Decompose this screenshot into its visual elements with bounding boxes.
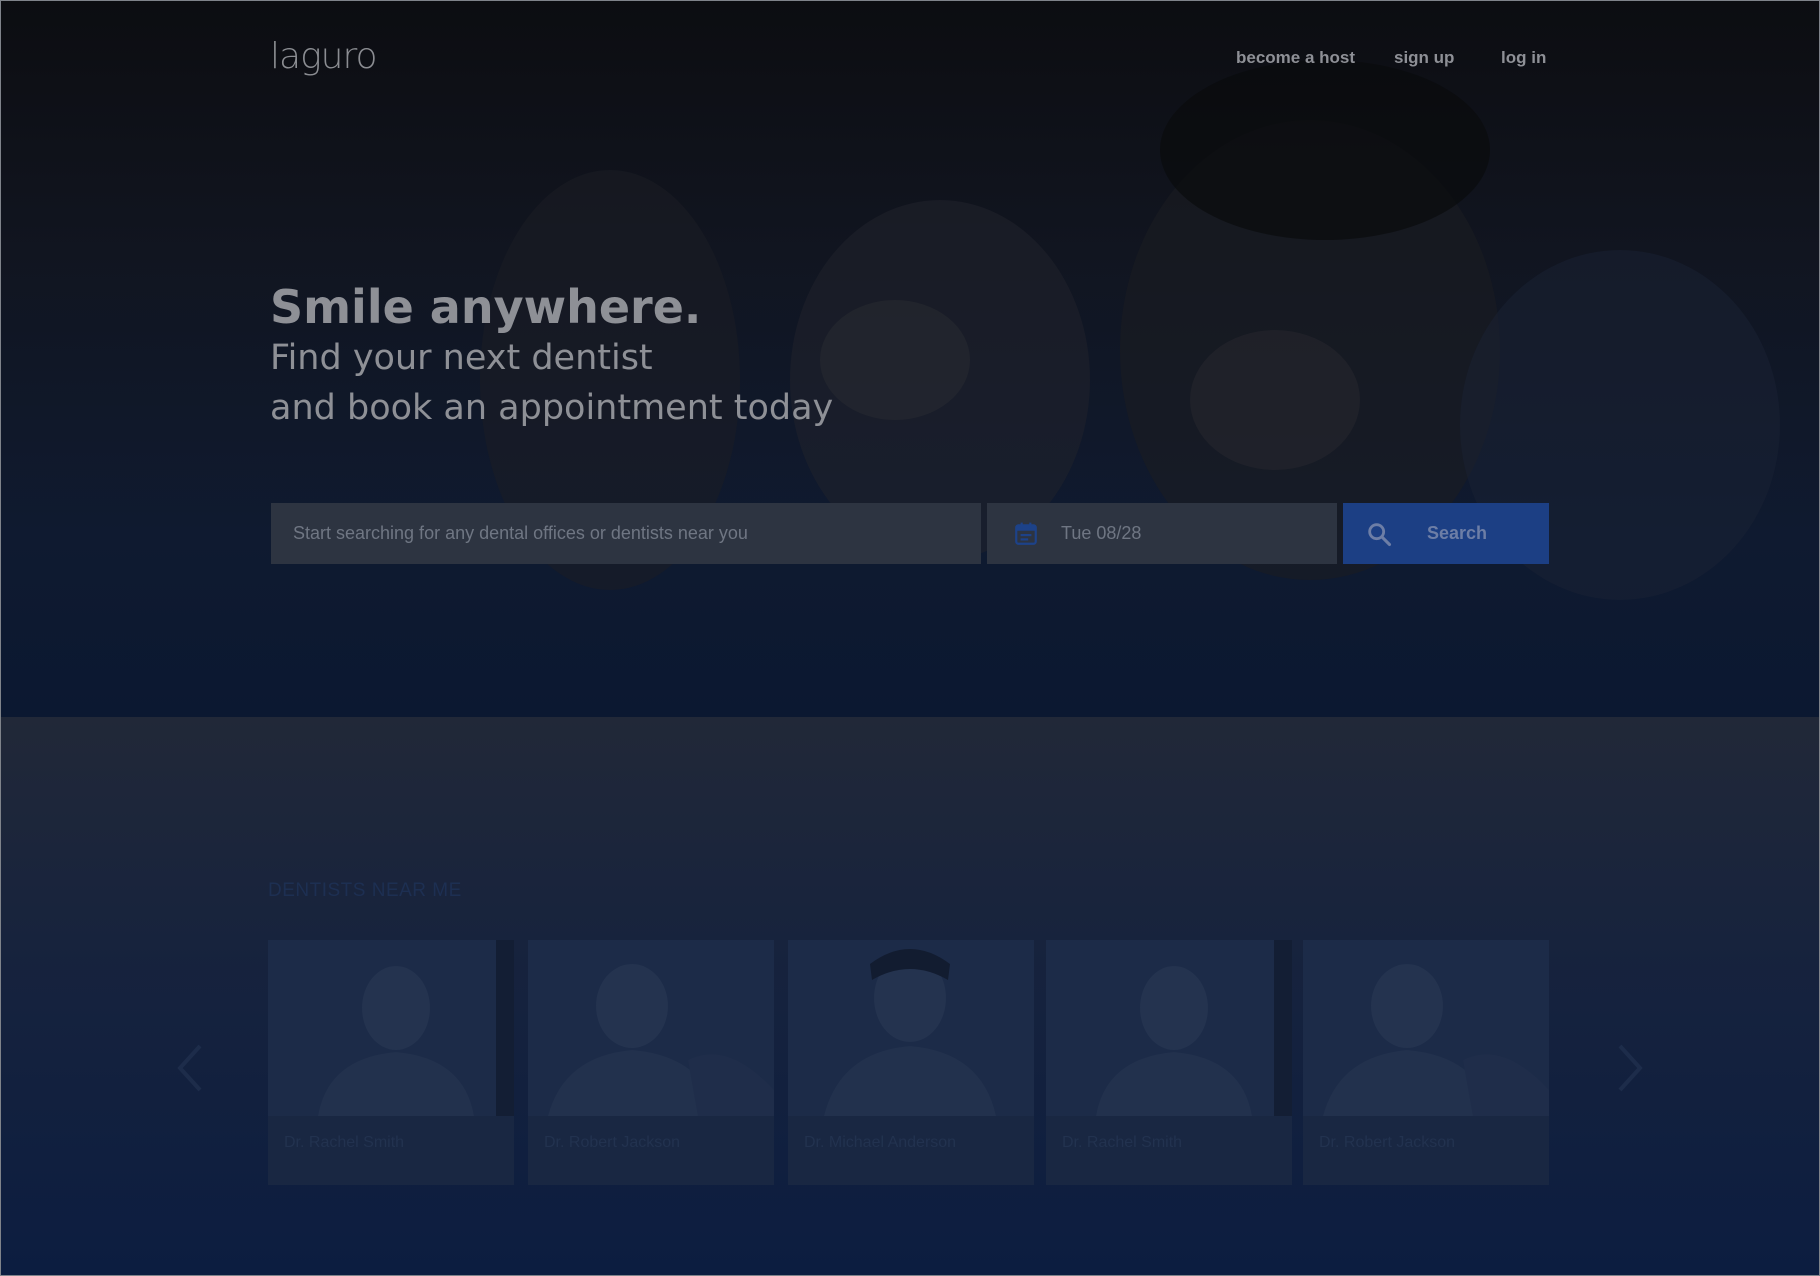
dentist-name: Dr. Robert Jackson xyxy=(544,1134,681,1151)
dentist-caption: Dr. Michael Anderson xyxy=(788,1116,1034,1185)
dentist-photo xyxy=(1303,940,1549,1116)
laguro-logo[interactable]: laguro xyxy=(270,36,378,77)
search-button[interactable]: Search xyxy=(1343,503,1549,564)
dentist-name: Dr. Michael Anderson xyxy=(804,1134,957,1151)
dentist-name: Dr. Rachel Smith xyxy=(284,1134,405,1151)
dentist-caption: Dr. Robert Jackson xyxy=(1303,1116,1549,1185)
search-icon xyxy=(1368,522,1392,546)
become-host-link[interactable]: become a host xyxy=(1236,48,1355,68)
chevron-right-icon[interactable] xyxy=(1610,1038,1650,1098)
search-button-label: Search xyxy=(1427,523,1488,543)
top-navigation: laguro become a host sign up log in xyxy=(0,0,1820,120)
dentist-card[interactable]: Dr. Rachel Smith xyxy=(1046,940,1292,1185)
chevron-left-icon[interactable] xyxy=(170,1038,210,1098)
dentist-card[interactable]: Dr. Robert Jackson xyxy=(528,940,774,1185)
dentist-caption: Dr. Robert Jackson xyxy=(528,1116,774,1185)
hero-headline: Smile anywhere. xyxy=(270,280,702,334)
date-picker-field[interactable]: Tue 08/28 xyxy=(987,503,1337,564)
dentist-caption: Dr. Rachel Smith xyxy=(1046,1116,1292,1185)
dentist-caption: Dr. Rachel Smith xyxy=(268,1116,514,1185)
date-value: Tue 08/28 xyxy=(1061,523,1142,543)
dentist-photo xyxy=(528,940,774,1116)
dentist-photo xyxy=(1046,940,1292,1116)
hero-section: laguro become a host sign up log in Smil… xyxy=(0,0,1820,717)
dentist-photo xyxy=(268,940,514,1116)
hero-subline-1: Find your next dentist xyxy=(270,338,653,378)
dentist-card[interactable]: Dr. Rachel Smith xyxy=(268,940,514,1185)
location-search-input[interactable] xyxy=(271,503,981,564)
sign-up-link[interactable]: sign up xyxy=(1394,48,1454,68)
dentist-card[interactable]: Dr. Robert Jackson xyxy=(1303,940,1549,1185)
dentist-name: Dr. Rachel Smith xyxy=(1062,1134,1183,1151)
dentist-name: Dr. Robert Jackson xyxy=(1319,1134,1456,1151)
hero-subline-2: and book an appointment today xyxy=(270,388,834,428)
log-in-link[interactable]: log in xyxy=(1501,48,1546,68)
dentist-photo xyxy=(788,940,1034,1116)
dentist-card[interactable]: Dr. Michael Anderson xyxy=(788,940,1034,1185)
section-title: DENTISTS NEAR ME xyxy=(268,880,462,901)
calendar-icon xyxy=(1015,522,1037,545)
